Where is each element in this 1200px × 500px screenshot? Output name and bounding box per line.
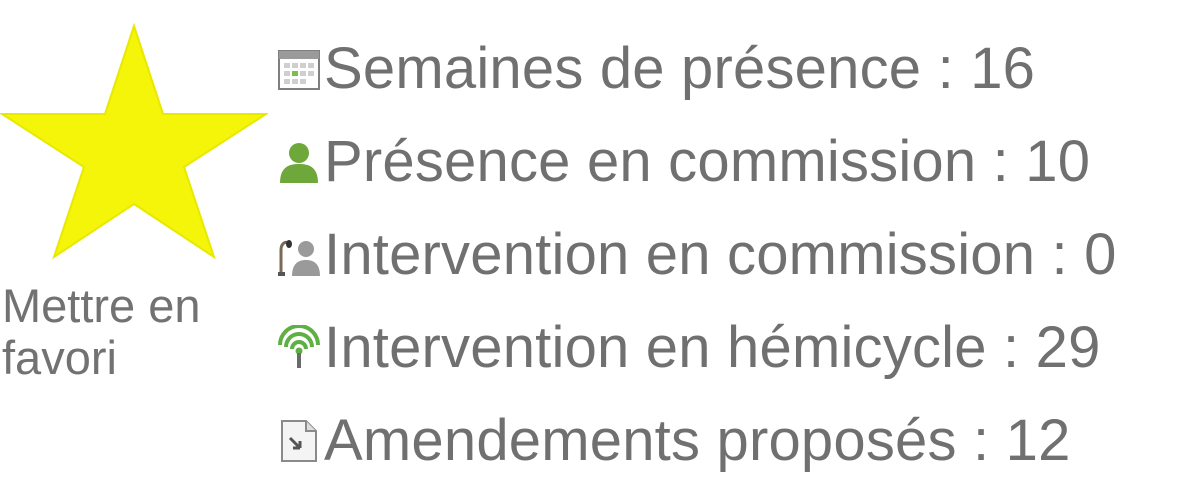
activity-stats-list: Semaines de présence : 16 Présence en co… (276, 22, 1117, 487)
stat-amendments-proposed: Amendements proposés : 12 (276, 394, 1117, 487)
deputy-activity-panel: Mettre en favori Semaines de présence: … (0, 0, 1200, 500)
stat-committee-presence: Présence en commission : 10 (276, 115, 1117, 208)
stat-label: Présence en commission : 10 (324, 129, 1091, 194)
document-icon (276, 418, 322, 464)
calendar-icon (276, 46, 322, 92)
add-to-favorites-label[interactable]: Mettre en favori (2, 280, 262, 384)
stat-label: Semaines de présence : 16 (324, 36, 1036, 101)
stat-label: Amendements proposés : 12 (324, 408, 1071, 473)
microphone-person-icon (276, 232, 322, 278)
stat-label: Intervention en hémicycle : 29 (324, 315, 1101, 380)
stat-hemicycle-interventions: Intervention en hémicycle : 29 (276, 301, 1117, 394)
stat-label: Intervention en commission : 0 (324, 222, 1117, 287)
person-icon (276, 139, 322, 185)
star-icon[interactable] (0, 22, 268, 260)
add-to-favorites-button[interactable]: Mettre en favori (0, 0, 270, 420)
stat-committee-interventions: Intervention en commission : 0 (276, 208, 1117, 301)
stat-weeks-present: Semaines de présence : 16 (276, 22, 1117, 115)
broadcast-antenna-icon (276, 324, 322, 371)
